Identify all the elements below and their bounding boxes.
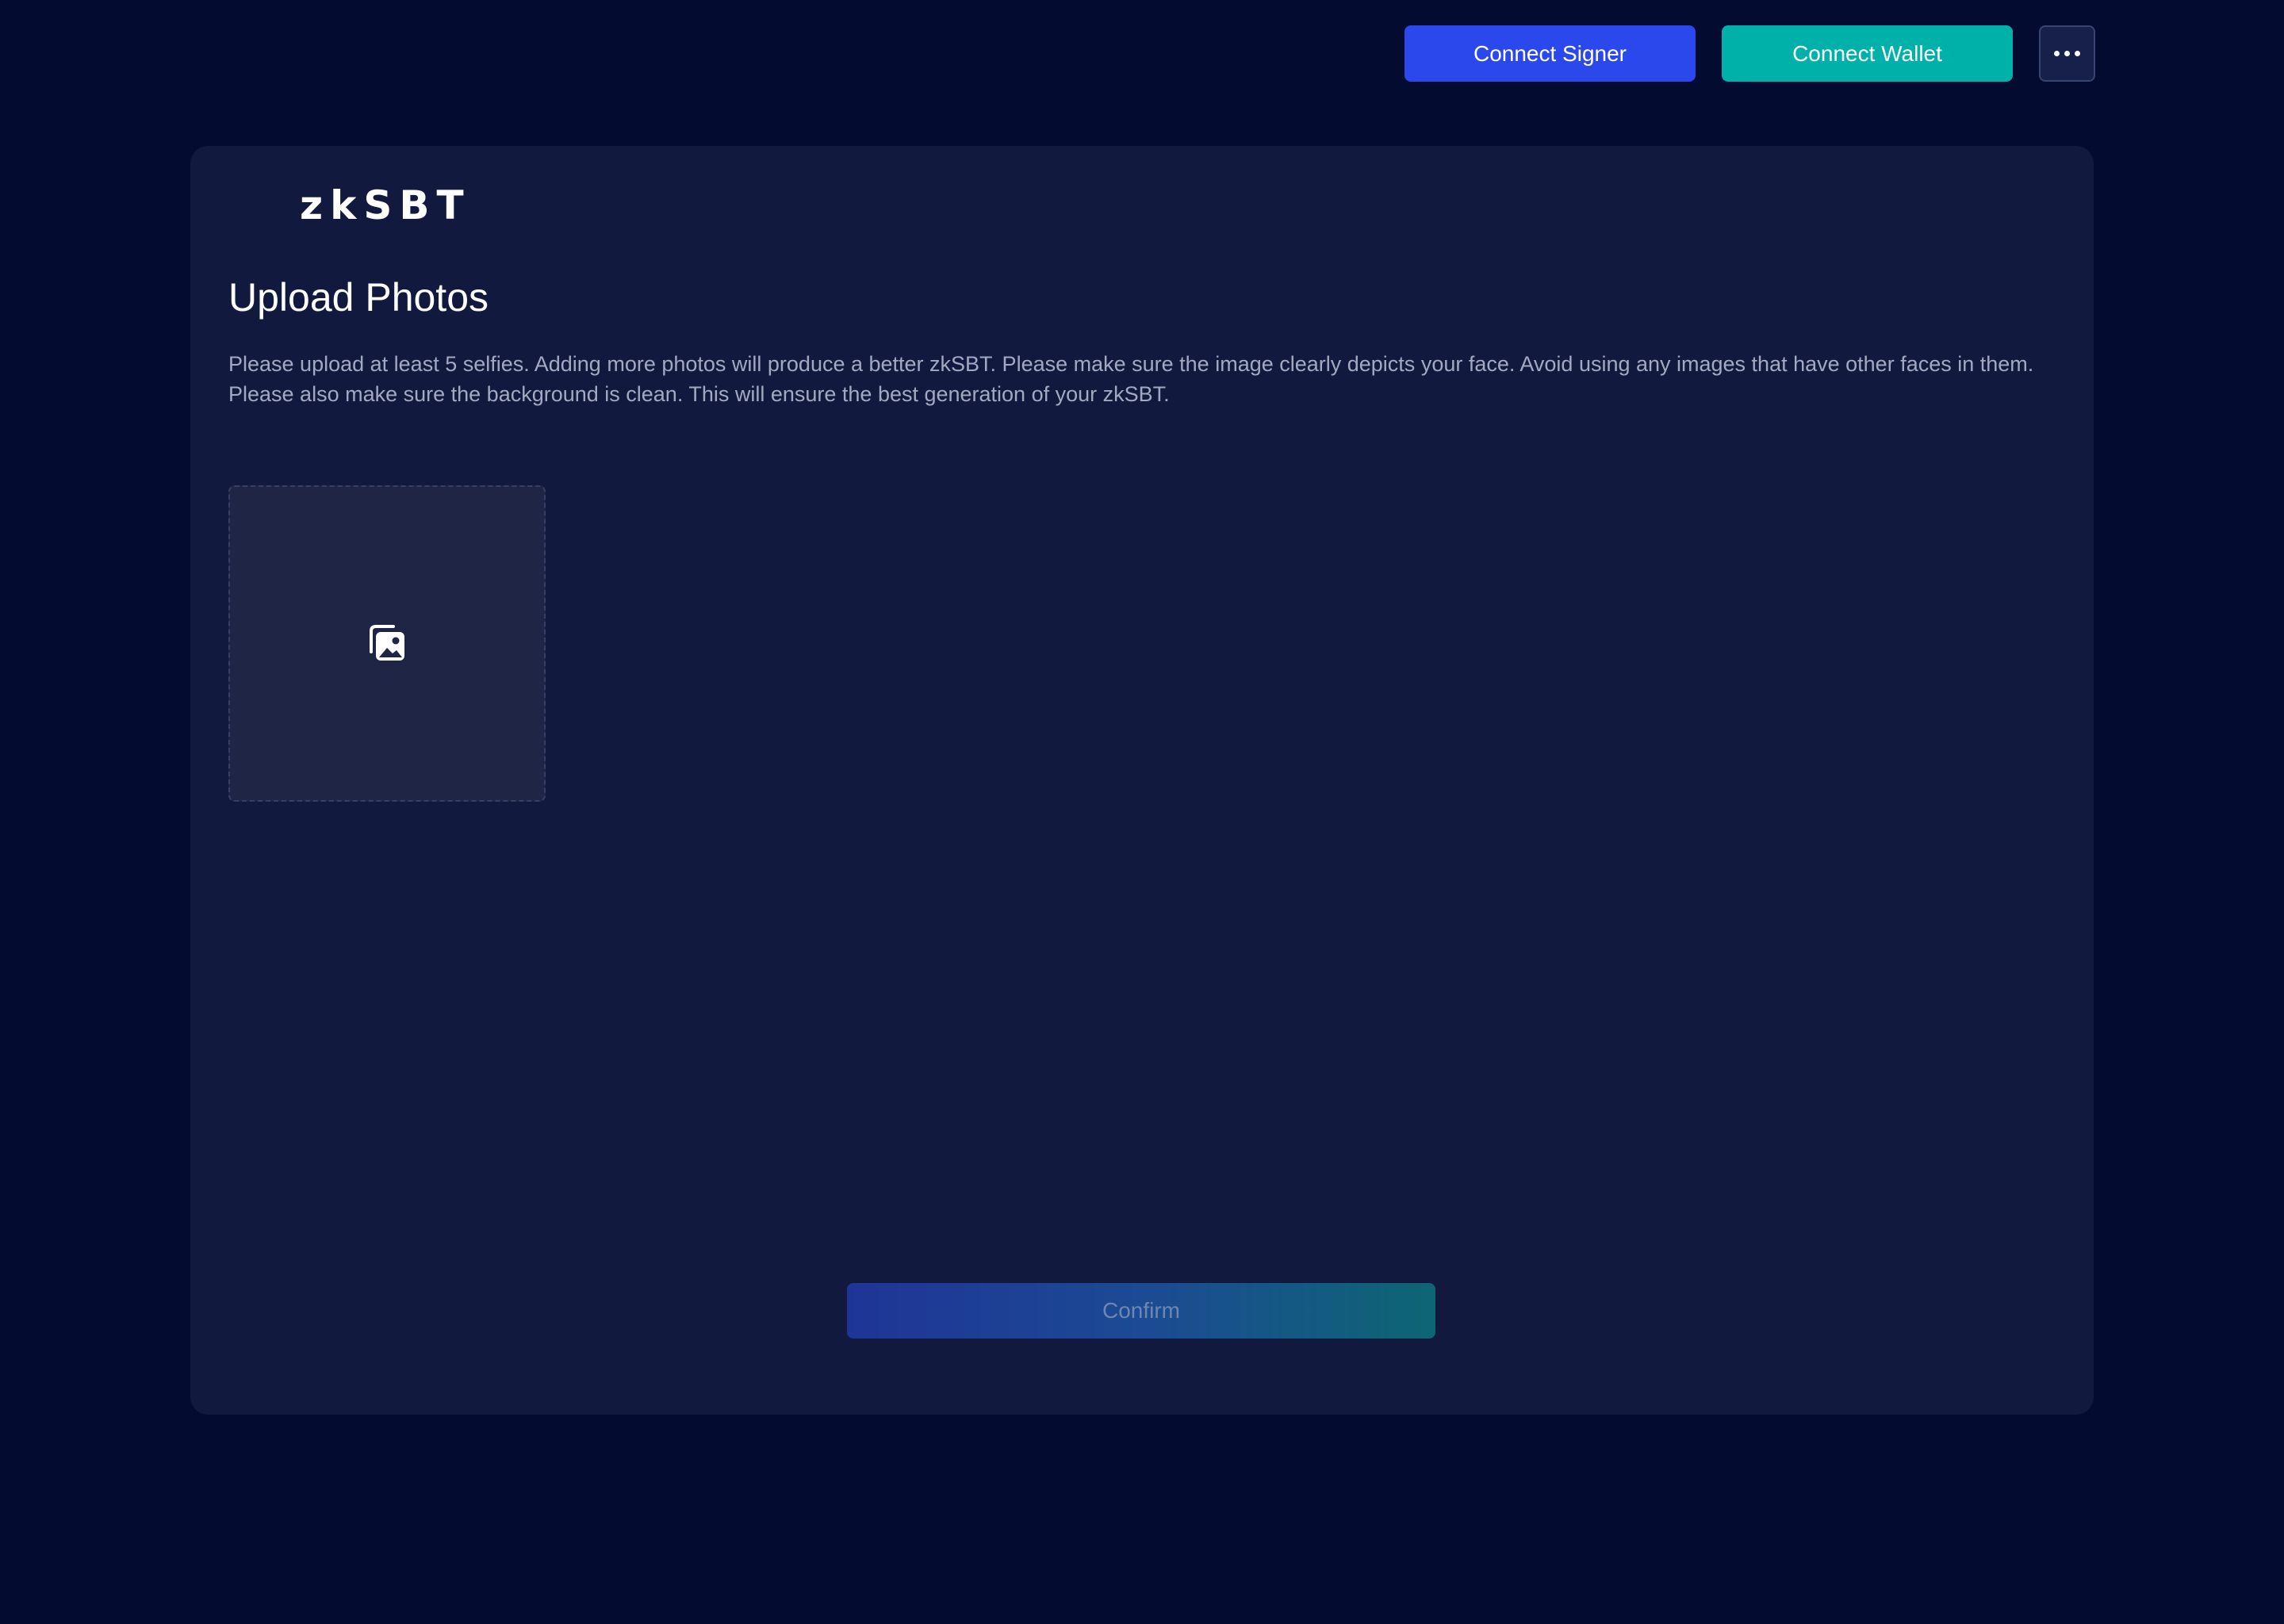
photo-upload-dropzone[interactable] <box>228 485 546 802</box>
page: Connect Signer Connect Wallet zkSBT Uplo… <box>0 0 2284 1624</box>
more-options-button[interactable] <box>2039 25 2095 82</box>
page-title: Upload Photos <box>228 275 489 320</box>
upload-card: zkSBT Upload Photos Please upload at lea… <box>190 146 2094 1415</box>
upload-instructions: Please upload at least 5 selfies. Adding… <box>228 352 2034 406</box>
confirm-button[interactable]: Confirm <box>847 1283 1435 1339</box>
image-gallery-icon <box>370 624 404 661</box>
connect-wallet-button[interactable]: Connect Wallet <box>1722 25 2013 82</box>
connect-signer-button[interactable]: Connect Signer <box>1405 25 1696 82</box>
zksbt-logo: zkSBT <box>300 182 471 228</box>
more-horizontal-icon <box>2052 51 2083 56</box>
